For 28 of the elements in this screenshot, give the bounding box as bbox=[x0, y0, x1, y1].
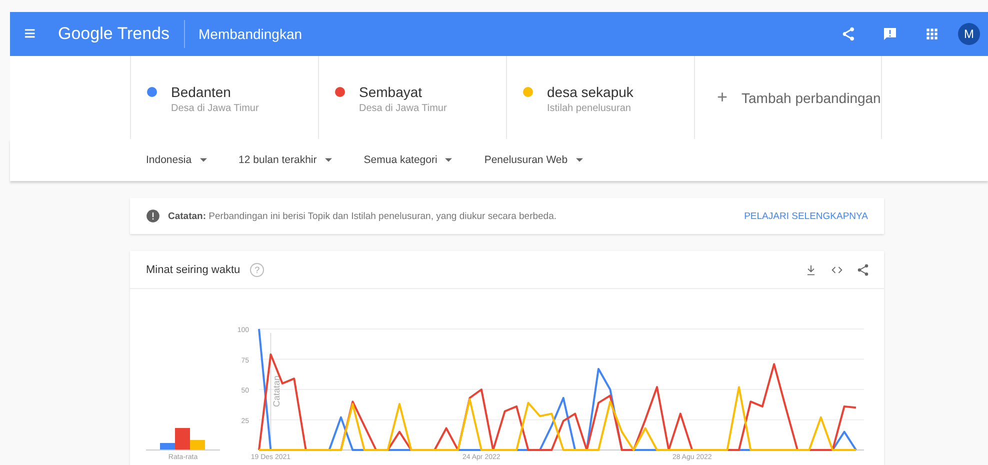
caret-icon bbox=[576, 158, 583, 162]
filter-dropdown[interactable]: 12 bulan terakhir bbox=[238, 150, 332, 170]
note-text: Catatan: Perbandingan ini berisi Topik dan Istilah penelusuran, yang diukur secara berbeda. bbox=[168, 210, 558, 222]
logo[interactable]: Google Trends bbox=[58, 20, 185, 48]
filter-dropdown[interactable]: Indonesia bbox=[146, 150, 207, 170]
menu-button[interactable]: ≡ bbox=[24, 22, 46, 46]
plus-icon: + bbox=[717, 87, 728, 108]
share-icon[interactable] bbox=[840, 26, 856, 42]
apps-icon[interactable] bbox=[924, 26, 940, 42]
add-comparison-button[interactable]: + Tambah perbandingan bbox=[694, 56, 882, 139]
term-name: Sembayat bbox=[359, 84, 424, 100]
caret-icon bbox=[200, 158, 207, 162]
account-avatar[interactable]: M bbox=[958, 23, 980, 45]
term-type: Desa di Jawa Timur bbox=[171, 103, 259, 114]
filter-dropdown[interactable]: Semua kategori bbox=[364, 150, 452, 170]
term-type: Istilah penelusuran bbox=[547, 103, 632, 114]
share-icon[interactable] bbox=[856, 262, 870, 276]
filter-dropdown[interactable]: Penelusuran Web bbox=[484, 150, 583, 170]
term-name: desa sekapuk bbox=[547, 84, 634, 100]
caret-icon bbox=[445, 158, 452, 162]
term-name: Bedanten bbox=[171, 84, 232, 100]
term-type: Desa di Jawa Timur bbox=[359, 103, 447, 114]
card-title: Minat seiring waktu bbox=[146, 264, 240, 276]
caret-icon bbox=[324, 158, 332, 162]
alert-icon bbox=[146, 209, 160, 223]
page-title: Membandingkan bbox=[198, 26, 304, 42]
learn-more-link[interactable]: PELAJARI SELENGKAPNYA bbox=[744, 210, 868, 222]
feedback-icon[interactable] bbox=[882, 26, 898, 42]
